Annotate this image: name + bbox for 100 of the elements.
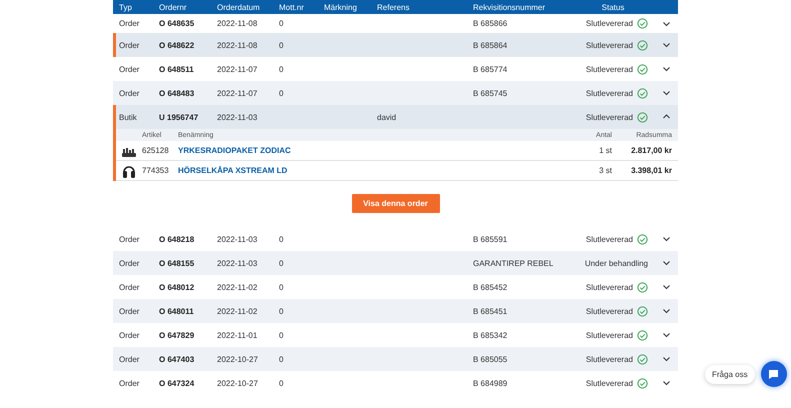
chat-label[interactable]: Fråga oss [705,364,755,384]
chevron-down-icon[interactable] [662,235,670,243]
order-number-cell-text: O 648011 [158,306,195,316]
date-cell-text: 2022-11-08 [216,19,258,28]
status-text: Slutlevererad [586,88,633,98]
check-circle-icon [637,112,648,122]
receiver-number-cell-text: 0 [278,19,284,28]
date-cell-text: 2022-10-27 [216,378,259,388]
date-cell-text: 2022-11-03 [216,112,258,122]
chevron-up-icon[interactable] [662,113,670,121]
receiver-number-cell-text: 0 [278,330,284,340]
date-cell-text: 2022-11-02 [216,306,258,316]
check-circle-icon [637,18,648,29]
article-number-cell-text: 774353 [142,166,170,175]
chevron-down-icon[interactable] [662,20,670,28]
type-cell-text: Order [118,282,140,292]
chevron-down-icon[interactable] [662,307,670,315]
article-number-cell-text: 625128 [142,146,170,155]
table-row[interactable]: Order O 648635 2022-11-08 0 B 685866 Slutlevererad [113,14,678,33]
row-sum-cell-text: 3.398,01 kr [630,166,673,175]
type-cell-text: Order [118,378,140,388]
check-circle-icon [637,234,648,244]
order-number-cell-text: O 647829 [158,330,196,340]
receiver-number-cell-text: 0 [278,40,284,50]
receiver-number-cell-text: 0 [278,378,284,388]
date-cell-text: 2022-11-01 [216,330,258,340]
order-number-cell-text: O 648622 [158,40,196,50]
type-cell-text: Order [118,88,140,98]
table-row[interactable]: Order O 647324 2022-10-27 0 B 684989 Slutlevererad [113,371,678,395]
chat-button[interactable] [760,361,787,387]
chat-bubble-icon [768,368,780,380]
date-cell-text: 2022-11-07 [216,64,258,74]
order-number-cell-text: O 647403 [158,354,196,364]
status-text: Slutlevererad [586,40,633,50]
column-header: Status [600,2,626,12]
status-text: Slutlevererad [586,112,633,122]
table-row[interactable]: Order O 648622 2022-11-08 0 B 685864 Slutlevererad [113,33,678,57]
chevron-down-icon[interactable] [662,41,670,49]
status-text: Slutlevererad [586,354,633,364]
table-row[interactable]: Order O 648155 2022-11-03 0 GARANTIREP REBEL Under behandling [113,251,678,275]
chevron-down-icon[interactable] [662,89,670,97]
column-header: Rekvisitionsnummer [472,2,546,12]
column-header: Ordernr [158,2,188,12]
requisition-cell-text: B 685745 [472,88,508,98]
type-cell-text: Order [118,354,140,364]
order-number-cell-text: U 1956747 [158,112,200,122]
type-cell-text: Order [118,64,140,74]
receiver-number-cell-text: 0 [278,258,284,268]
check-circle-icon [637,282,648,292]
requisition-cell-text: B 685591 [472,234,508,244]
receiver-number-cell-text: 0 [278,88,284,98]
requisition-cell-text: B 685342 [472,330,508,340]
check-circle-icon [637,354,648,364]
check-circle-icon [637,40,648,50]
table-row[interactable]: Order O 647403 2022-10-27 0 B 685055 Slutlevererad [113,347,678,371]
check-circle-icon [637,306,648,316]
date-cell-text: 2022-11-03 [216,258,258,268]
reference-cell-text: david [376,112,398,122]
column-header: Märkning [323,2,358,12]
table-row[interactable]: Order O 648012 2022-11-02 0 B 685452 Slutlevererad [113,275,678,299]
status-text: Slutlevererad [586,64,633,74]
table-row[interactable]: Butik U 1956747 2022-11-03 david Slutlevererad [113,105,678,129]
check-circle-icon [637,64,648,74]
type-cell-text: Order [118,19,140,28]
requisition-cell-text: B 684989 [472,378,508,388]
requisition-cell-text: B 685774 [472,64,508,74]
type-cell-text: Order [118,330,140,340]
chevron-down-icon[interactable] [662,259,670,267]
requisition-cell-text: B 685055 [472,354,508,364]
chevron-down-icon[interactable] [662,331,670,339]
chevron-down-icon[interactable] [662,65,670,73]
table-row[interactable]: Order O 648011 2022-11-02 0 B 685451 Slutlevererad [113,299,678,323]
table-row[interactable]: Order O 647829 2022-11-01 0 B 685342 Slutlevererad [113,323,678,347]
quantity-cell-text: 1 st [598,146,613,155]
chevron-down-icon[interactable] [662,355,670,363]
table-row[interactable]: Order O 648218 2022-11-03 0 B 685591 Slutlevererad [113,227,678,251]
type-cell-text: Order [118,306,140,316]
quantity-cell-text: 3 st [598,166,613,175]
product-link[interactable]: YRKESRADIOPAKET ZODIAC [178,146,558,155]
receiver-number-cell-text: 0 [278,306,284,316]
column-header: Mott.nr [278,2,305,12]
date-cell-text: 2022-10-27 [216,354,259,364]
requisition-cell-text: B 685452 [472,282,508,292]
table-row[interactable]: Order O 648483 2022-11-07 0 B 685745 Slutlevererad [113,81,678,105]
receiver-number-cell-text: 0 [278,234,284,244]
date-cell-text: 2022-11-07 [216,88,258,98]
product-link[interactable]: HÖRSELKÅPA XSTREAM LD [178,166,558,175]
receiver-number-cell-text: 0 [278,354,284,364]
headset-icon [122,164,136,178]
column-header: Orderdatum [216,2,261,12]
row-sum-cell-text: 2.817,00 kr [630,146,673,155]
chevron-down-icon[interactable] [662,283,670,291]
check-circle-icon [637,330,648,340]
chevron-down-icon[interactable] [662,379,670,387]
column-header: Referens [376,2,410,12]
status-text: Slutlevererad [586,306,633,316]
table-row[interactable]: Order O 648511 2022-11-07 0 B 685774 Slutlevererad [113,57,678,81]
column-header: Typ [118,2,133,12]
type-cell-text: Order [118,258,140,268]
status-text: Slutlevererad [586,378,633,388]
